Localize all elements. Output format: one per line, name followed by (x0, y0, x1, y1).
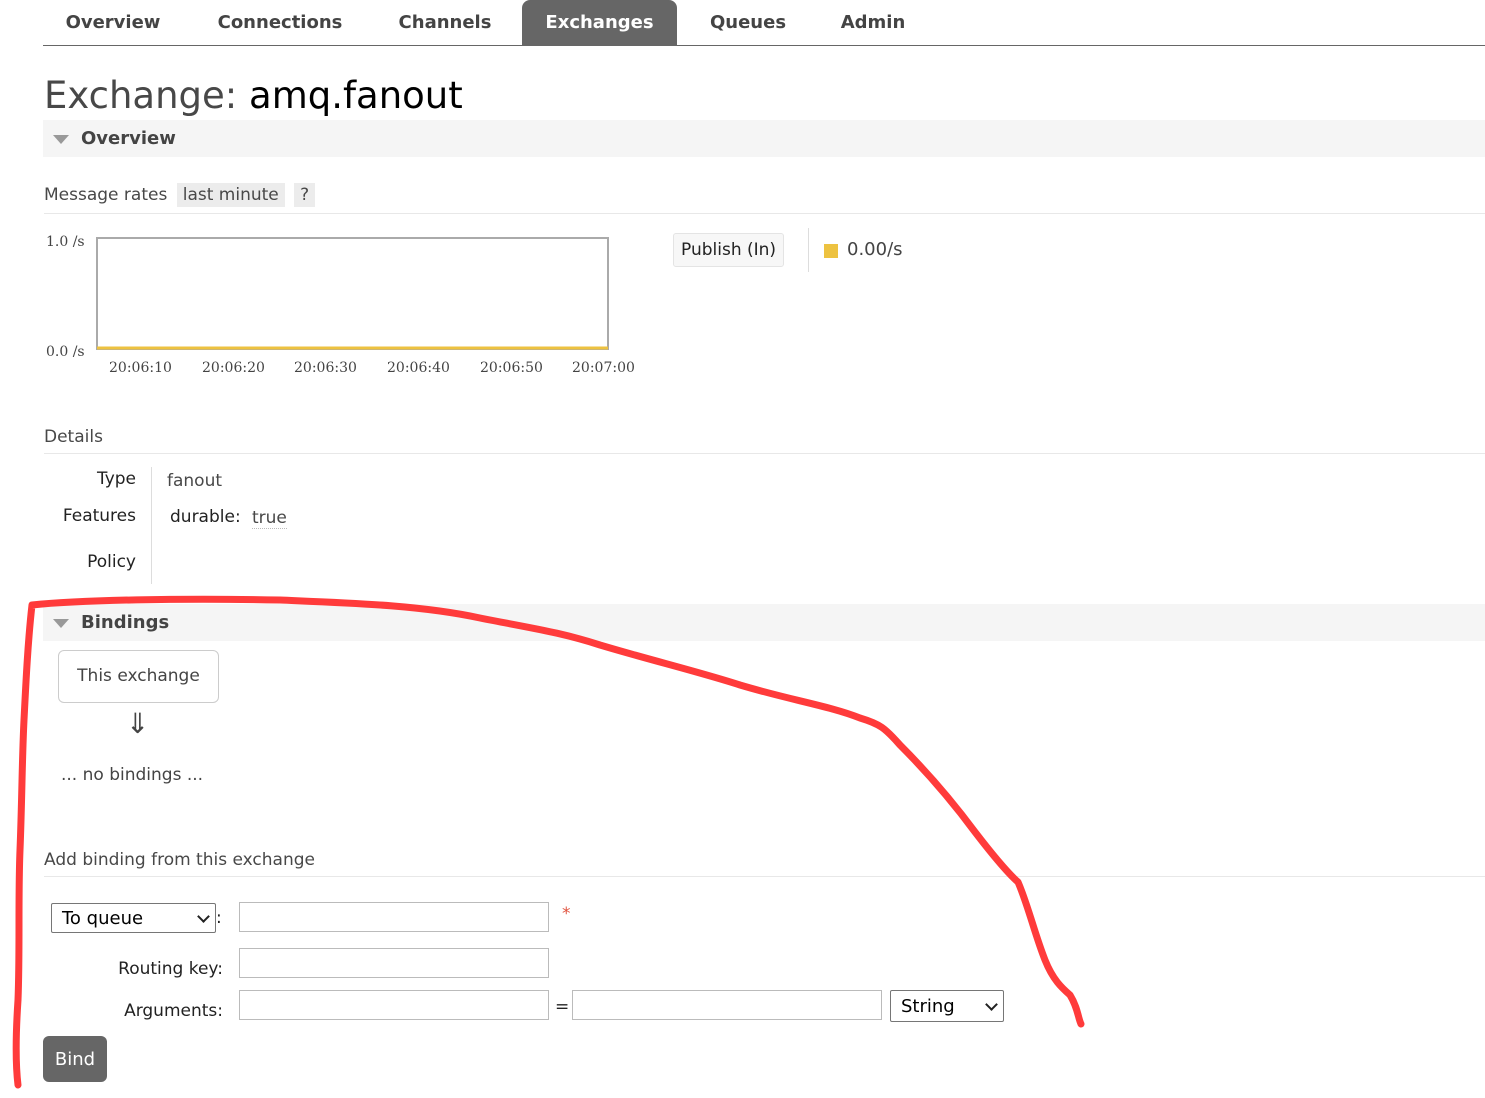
x-tick-label: 20:06:30 (294, 360, 357, 376)
x-tick-label: 20:06:20 (202, 360, 265, 376)
tab-channels[interactable]: Channels (380, 0, 510, 45)
add-binding-heading: Add binding from this exchange (44, 850, 1485, 877)
chart-plot-area (96, 237, 609, 350)
help-button[interactable]: ? (294, 183, 316, 207)
required-marker: * (562, 904, 571, 924)
add-binding-heading-label: Add binding from this exchange (44, 850, 315, 870)
x-tick-label: 20:06:40 (387, 360, 450, 376)
destination-colon: : (216, 908, 222, 928)
tab-queues[interactable]: Queues (693, 0, 803, 45)
details-heading-label: Details (44, 427, 103, 447)
overview-section-label: Overview (81, 128, 176, 149)
page-title: Exchange: amq.fanout (44, 74, 463, 117)
durable-value: true (252, 508, 287, 529)
message-rates-chart: 1.0 /s 0.0 /s 20:06:10 20:06:20 20:06:30 20… (40, 225, 660, 385)
main-nav: Overview Connections Channels Exchanges … (43, 0, 1485, 46)
exchange-name: amq.fanout (249, 74, 463, 117)
argument-type-select[interactable]: String (890, 990, 1004, 1022)
destination-name-input[interactable] (239, 902, 549, 932)
legend-swatch (824, 244, 838, 258)
destination-type-value: To queue (62, 908, 144, 929)
argument-type-value: String (901, 996, 955, 1017)
collapse-triangle-icon (53, 135, 69, 144)
bindings-section-label: Bindings (81, 612, 170, 633)
this-exchange-box: This exchange (58, 650, 219, 703)
message-rates-heading: Message rates last minute ? (44, 183, 1485, 214)
tab-overview[interactable]: Overview (43, 0, 183, 45)
argument-equals: = (555, 997, 570, 1017)
policy-label: Policy (87, 552, 136, 572)
bind-button[interactable]: Bind (43, 1036, 107, 1082)
red-annotation-stroke (12, 595, 1085, 1089)
routing-key-input[interactable] (239, 948, 549, 978)
legend-publish-in[interactable]: Publish (In) (673, 233, 785, 267)
argument-key-input[interactable] (239, 990, 549, 1020)
message-rates-label: Message rates (44, 185, 168, 205)
y-tick-min: 0.0 /s (46, 344, 85, 360)
publish-rate-value: 0.00/s (847, 239, 903, 260)
bindings-section-header[interactable]: Bindings (43, 604, 1485, 641)
tab-exchanges[interactable]: Exchanges (522, 0, 677, 45)
arguments-label: Arguments: (124, 1001, 223, 1021)
x-tick-label: 20:07:00 (572, 360, 635, 376)
type-label: Type (96, 469, 136, 489)
chevron-down-icon (197, 910, 210, 923)
x-tick-label: 20:06:50 (480, 360, 543, 376)
features-label: Features (62, 506, 136, 526)
no-bindings-text: ... no bindings ... (61, 765, 204, 785)
durable-key: durable: (170, 507, 241, 527)
type-value: fanout (167, 471, 223, 491)
argument-value-input[interactable] (572, 990, 882, 1020)
legend-divider (808, 228, 809, 272)
overview-section-header[interactable]: Overview (43, 120, 1485, 157)
y-tick-max: 1.0 /s (46, 234, 85, 250)
destination-type-select[interactable]: To queue (51, 903, 216, 933)
details-heading: Details (44, 427, 1485, 454)
tab-admin[interactable]: Admin (823, 0, 923, 45)
details-divider (151, 467, 152, 584)
chart-svg: 1.0 /s 0.0 /s 20:06:10 20:06:20 20:06:30 20… (46, 234, 635, 376)
down-arrow-icon: ⇓ (126, 707, 150, 740)
collapse-triangle-icon (53, 619, 69, 628)
page-title-prefix: Exchange: (44, 74, 238, 117)
x-tick-label: 20:06:10 (109, 360, 172, 376)
chevron-down-icon (985, 998, 998, 1011)
range-selector[interactable]: last minute (176, 183, 285, 207)
routing-key-label: Routing key: (118, 959, 223, 979)
tab-connections[interactable]: Connections (200, 0, 360, 45)
